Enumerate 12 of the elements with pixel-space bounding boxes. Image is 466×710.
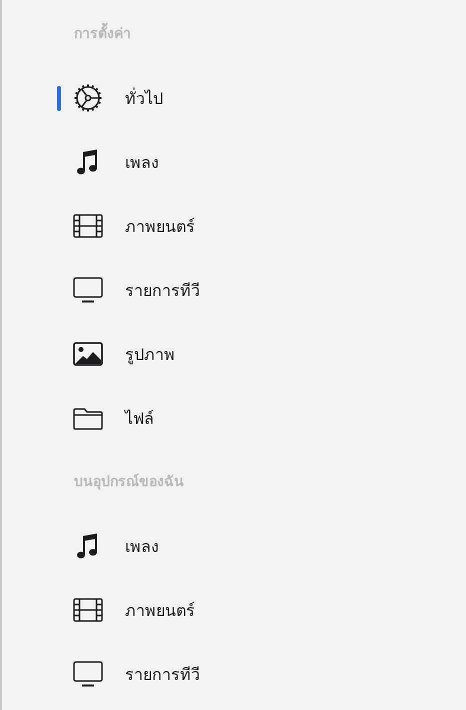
gear-icon bbox=[72, 82, 104, 114]
sidebar-item[interactable]: ภาพยนตร์ bbox=[2, 194, 466, 258]
sidebar-item[interactable]: ทั่วไป bbox=[2, 66, 466, 130]
sidebar-item[interactable]: ภาพยนตร์ bbox=[2, 578, 466, 642]
sidebar-item[interactable]: เพลง bbox=[2, 130, 466, 194]
sidebar-item[interactable]: รายการทีวี bbox=[2, 642, 466, 706]
section-header: การตั้งค่า bbox=[74, 24, 131, 44]
sidebar-item[interactable]: ไฟล์ bbox=[2, 386, 466, 450]
section-header: บนอุปกรณ์ของฉัน bbox=[74, 472, 184, 492]
sidebar-item[interactable]: รูปภาพ bbox=[2, 322, 466, 386]
sidebar-item[interactable]: รายการทีวี bbox=[2, 258, 466, 322]
sidebar-item[interactable]: เพลง bbox=[2, 514, 466, 578]
